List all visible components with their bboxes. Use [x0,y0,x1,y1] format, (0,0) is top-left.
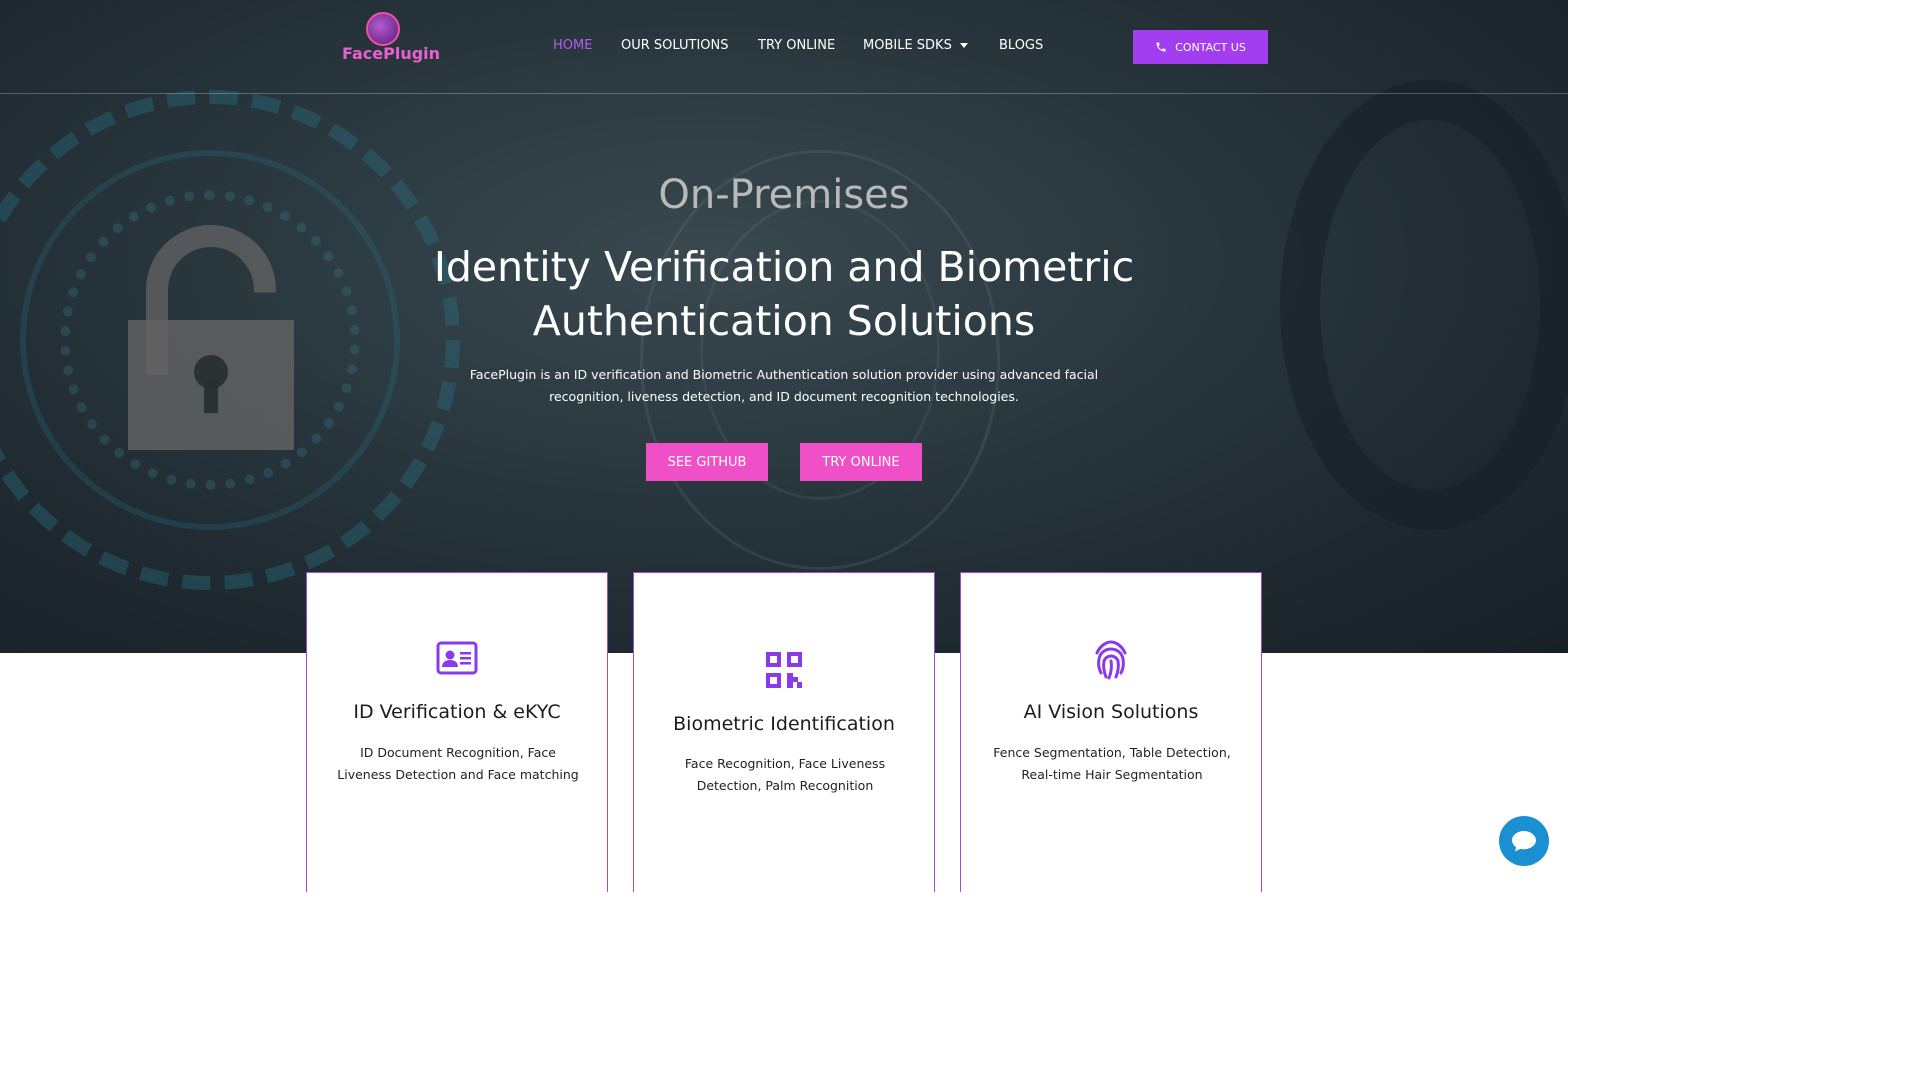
nav-item-blogs[interactable]: BLOGS [999,38,1043,53]
hero-subtitle: FacePlugin is an ID verification and Bio… [469,367,1099,404]
chevron-down-icon [959,43,968,48]
card-id-verification[interactable]: ID Verification & eKYC ID Document Recog… [306,572,608,892]
site-header: FacePlugin HOME OUR SOLUTIONS TRY ONLINE… [0,0,1568,94]
hero-kicker: On-Premises [658,172,910,218]
try-online-button[interactable]: TRY ONLINE [800,443,922,481]
phone-icon [1156,42,1166,52]
card-description: Face Recognition, Face Liveness Detectio… [684,756,886,793]
qr-code-icon [766,652,802,688]
card-title: ID Verification & eKYC [353,701,561,723]
logo-text: FacePlugin [342,44,441,63]
fingerprint-icon [1095,640,1127,680]
logo-face-icon [366,12,400,46]
nav-item-try-online[interactable]: TRY ONLINE [758,38,835,53]
nav-item-home[interactable]: HOME [553,38,592,53]
see-github-button[interactable]: SEE GITHUB [646,443,768,481]
card-biometric-identification[interactable]: Biometric Identification Face Recognitio… [633,572,935,892]
card-ai-vision[interactable]: AI Vision Solutions Fence Segmentation, … [960,572,1262,892]
nav-item-our-solutions[interactable]: OUR SOLUTIONS [621,38,729,53]
card-title: AI Vision Solutions [1023,701,1199,723]
chat-button[interactable] [1499,816,1549,866]
card-description: Fence Segmentation, Table Detection, Rea… [993,745,1231,782]
site-logo[interactable]: FacePlugin [342,10,440,66]
nav-item-mobile-sdks[interactable]: MOBILE SDKS [863,38,968,53]
contact-us-button[interactable]: CONTACT US [1133,30,1268,64]
nav-item-mobile-sdks-label: MOBILE SDKS [863,38,952,53]
padlock-graphic [128,225,294,450]
hero-title: Identity Verification and Biometric Auth… [433,243,1135,345]
chat-bubble-icon [1512,831,1536,852]
card-description: ID Document Recognition, Face Liveness D… [337,745,579,782]
card-title: Biometric Identification [673,713,895,735]
id-card-icon [436,641,478,675]
contact-us-label: CONTACT US [1175,40,1246,54]
